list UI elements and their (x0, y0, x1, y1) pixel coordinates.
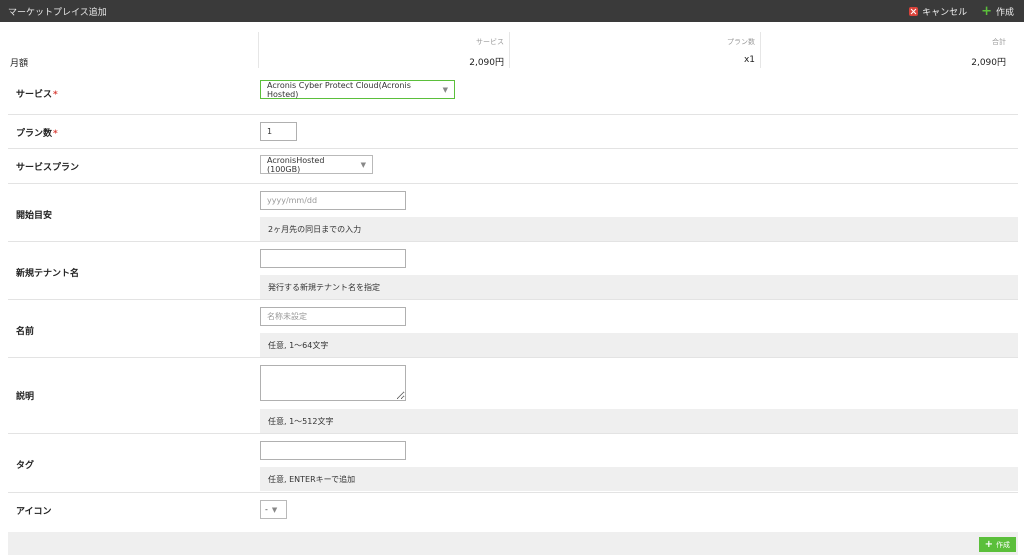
price-summary: 月額 サービス 2,090円 プラン数 x1 合計 2,090円 (0, 32, 1024, 70)
icon-select[interactable]: - ▼ (260, 500, 287, 519)
tag-hint: 任意, ENTERキーで追加 (260, 467, 1018, 491)
create-button-footer[interactable]: + 作成 (978, 537, 1016, 552)
cancel-button[interactable]: キャンセル (909, 5, 967, 18)
description-hint: 任意, 1～512文字 (260, 409, 1018, 433)
start-date-input[interactable] (260, 191, 406, 210)
summary-col-service: サービス 2,090円 (258, 32, 508, 68)
row-plan-count: プラン数* (8, 114, 1018, 148)
summary-value-service: 2,090円 (469, 58, 504, 68)
row-tenant-name: 新規テナント名 発行する新規テナント名を指定 (8, 241, 1018, 299)
marketplace-form: サービス* Acronis Cyber Protect Cloud(Acroni… (8, 74, 1018, 532)
name-input[interactable] (260, 307, 406, 326)
tag-input[interactable] (260, 441, 406, 460)
service-select[interactable]: Acronis Cyber Protect Cloud(Acronis Host… (260, 80, 455, 99)
plan-count-label: プラン数* (16, 129, 58, 139)
summary-header-plans: プラン数 (727, 38, 755, 46)
tenant-name-label: 新規テナント名 (16, 269, 80, 279)
row-start-date: 開始目安 2ヶ月先の同日までの入力 (8, 183, 1018, 241)
cancel-label: キャンセル (922, 7, 968, 18)
service-label: サービス* (16, 90, 58, 100)
page-title: マーケットプレイス追加 (8, 7, 107, 18)
summary-header-service: サービス (476, 38, 504, 46)
chevron-down-icon: ▼ (360, 160, 366, 169)
summary-col-plans: プラン数 x1 (509, 32, 759, 68)
row-tag: タグ 任意, ENTERキーで追加 (8, 433, 1018, 492)
plus-icon: + (984, 538, 993, 550)
service-select-value: Acronis Cyber Protect Cloud(Acronis Host… (267, 80, 411, 99)
create-footer-label: 作成 (996, 540, 1010, 549)
row-icon: アイコン - ▼ (8, 492, 1018, 532)
chevron-down-icon: ▼ (442, 85, 448, 94)
summary-value-total: 2,090円 (971, 58, 1006, 68)
footer-bar: + 作成 (8, 532, 1018, 555)
summary-col-total: 合計 2,090円 (760, 32, 1010, 68)
row-service-plan: サービスプラン AcronisHosted (100GB) ▼ (8, 148, 1018, 183)
start-date-hint: 2ヶ月先の同日までの入力 (260, 217, 1018, 241)
icon-select-value: - (265, 505, 268, 514)
name-hint: 任意, 1～64文字 (260, 333, 1018, 357)
row-service: サービス* Acronis Cyber Protect Cloud(Acroni… (8, 74, 1018, 114)
row-description: 説明 任意, 1～512文字 (8, 357, 1018, 433)
service-plan-label: サービスプラン (16, 163, 80, 173)
description-textarea[interactable] (260, 365, 406, 401)
tenant-name-hint: 発行する新規テナント名を指定 (260, 275, 1018, 299)
plan-count-input[interactable] (260, 122, 297, 141)
monthly-label: 月額 (10, 59, 29, 69)
row-name: 名前 任意, 1～64文字 (8, 299, 1018, 357)
service-plan-select[interactable]: AcronisHosted (100GB) ▼ (260, 155, 373, 174)
icon-label: アイコン (16, 507, 52, 517)
create-label: 作成 (995, 7, 1014, 18)
title-bar: マーケットプレイス追加 キャンセル + 作成 (0, 0, 1024, 22)
summary-value-plans: x1 (743, 55, 755, 65)
service-plan-select-value: AcronisHosted (100GB) (267, 155, 325, 174)
description-label: 説明 (16, 392, 35, 402)
chevron-down-icon: ▼ (271, 505, 278, 514)
header-actions: キャンセル + 作成 (909, 5, 1014, 18)
name-label: 名前 (16, 327, 35, 337)
plus-icon: + (981, 3, 992, 19)
close-icon (909, 6, 919, 16)
summary-header-total: 合計 (992, 38, 1006, 46)
create-button-header[interactable]: + 作成 (981, 5, 1014, 18)
tenant-name-input[interactable] (260, 249, 406, 268)
start-date-label: 開始目安 (16, 211, 53, 221)
tag-label: タグ (16, 461, 35, 471)
